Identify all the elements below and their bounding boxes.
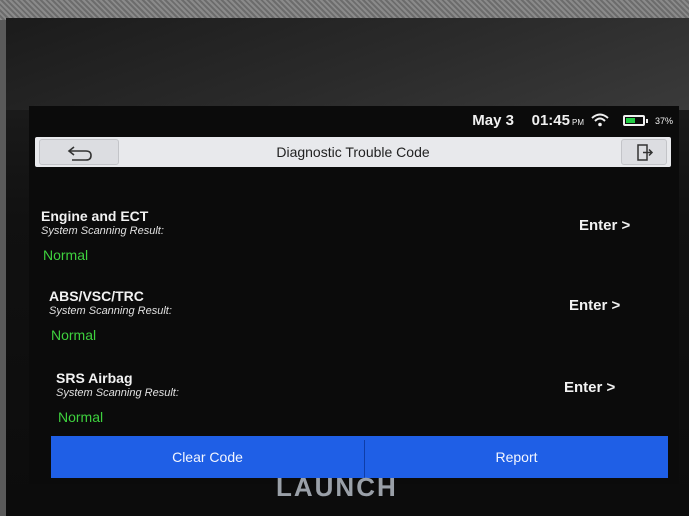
page-title: Diagnostic Trouble Code — [276, 144, 430, 160]
status-ampm: PM — [572, 118, 584, 127]
exit-button[interactable] — [621, 139, 667, 165]
report-button[interactable]: Report — [365, 436, 668, 478]
enter-button-srs[interactable]: Enter > — [564, 379, 615, 396]
title-bar: Diagnostic Trouble Code — [35, 137, 671, 167]
status-clock: 01:45 — [531, 112, 570, 129]
system-name: SRS Airbag — [56, 370, 133, 386]
exit-icon — [637, 144, 654, 161]
enter-button-engine[interactable]: Enter > — [579, 217, 630, 234]
system-row-srs: SRS Airbag System Scanning Result: Norma… — [56, 370, 656, 440]
system-result: Normal — [51, 327, 97, 343]
system-result: Normal — [58, 409, 104, 425]
battery-icon — [623, 115, 648, 126]
enter-button-abs[interactable]: Enter > — [569, 297, 620, 314]
battery-tip — [646, 119, 648, 123]
system-result: Normal — [43, 247, 89, 263]
system-name: Engine and ECT — [41, 208, 149, 224]
battery-level — [626, 118, 635, 123]
status-bar: May 3 01:45 PM 37% — [29, 106, 679, 134]
system-scan-label: System Scanning Result: — [41, 225, 164, 237]
status-date: May 3 — [472, 112, 514, 129]
system-row-engine: Engine and ECT System Scanning Result: N… — [41, 208, 641, 278]
battery-percent: 37% — [654, 116, 673, 126]
wifi-icon — [591, 113, 609, 127]
device-screen: May 3 01:45 PM 37% Diagnostic Trouble Cod… — [29, 106, 679, 484]
brand-logo: LAUNCH — [276, 472, 398, 502]
scan-tool-device: May 3 01:45 PM 37% Diagnostic Trouble Cod… — [6, 18, 689, 516]
system-name: ABS/VSC/TRC — [49, 288, 144, 304]
background-mesh — [0, 0, 689, 20]
system-row-abs: ABS/VSC/TRC System Scanning Result: Norm… — [49, 288, 649, 358]
system-scan-label: System Scanning Result: — [49, 305, 172, 317]
device-bezel — [6, 18, 689, 110]
status-time: 01:45 PM — [532, 112, 584, 129]
system-scan-label: System Scanning Result: — [56, 387, 179, 399]
